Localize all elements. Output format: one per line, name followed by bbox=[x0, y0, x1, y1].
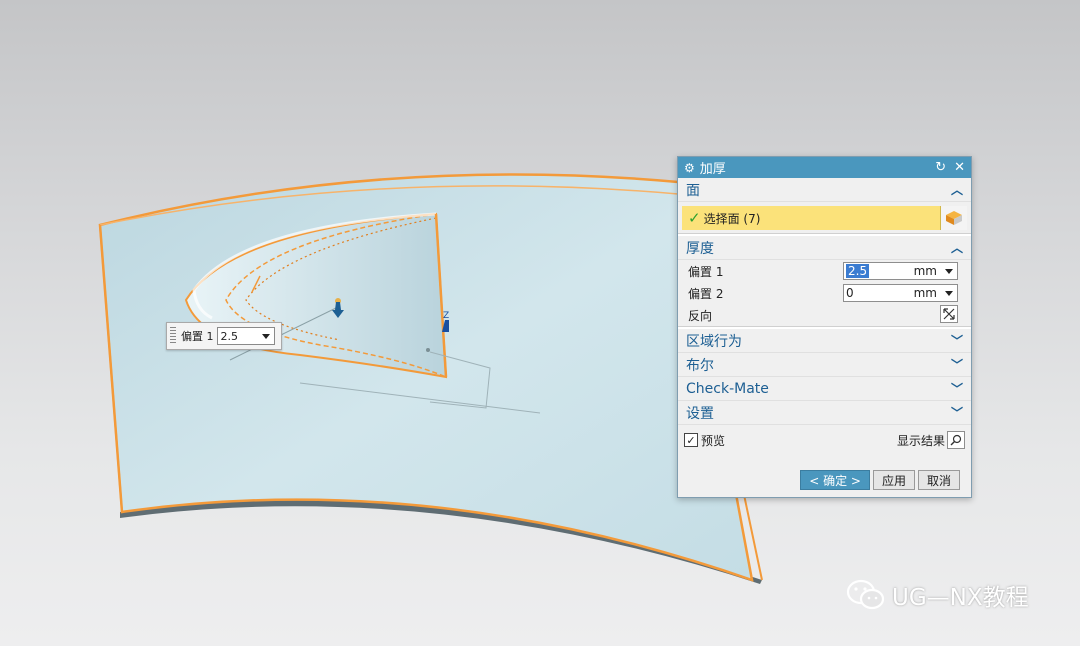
preview-checkbox[interactable]: ✓ bbox=[684, 433, 698, 447]
section-settings-header[interactable]: 设置 ﹀ bbox=[678, 401, 971, 425]
chevron-down-icon[interactable] bbox=[261, 334, 270, 339]
ok-button[interactable]: < 确定 > bbox=[800, 470, 870, 490]
chevron-down-icon[interactable]: ﹀ bbox=[951, 356, 963, 373]
chevron-down-icon[interactable]: ﹀ bbox=[951, 332, 963, 349]
offset1-value: 2.5 bbox=[846, 264, 870, 278]
drag-grip-icon[interactable] bbox=[170, 327, 176, 345]
offset1-row: 偏置 1 2.5 mm bbox=[678, 260, 971, 282]
chevron-up-icon[interactable]: ︿ bbox=[951, 181, 963, 198]
cancel-button[interactable]: 取消 bbox=[917, 470, 960, 490]
section-thickness-header[interactable]: 厚度 ︿ bbox=[678, 236, 971, 260]
floating-offset1-label: 偏置 1 bbox=[181, 330, 214, 343]
dialog-title: 加厚 bbox=[699, 162, 726, 177]
watermark-text: UG—NX教程 bbox=[892, 585, 1029, 611]
section-checkmate-header[interactable]: Check-Mate ﹀ bbox=[678, 377, 971, 401]
thicken-dialog: ⚙ 加厚 ↻ ✕ 面 ︿ ✓ 选择面 (7) 厚度 ︿ 偏置 1 2.5 mm bbox=[677, 156, 972, 498]
select-face-row[interactable]: ✓ 选择面 (7) bbox=[682, 206, 967, 230]
floating-offset1-field[interactable]: 2.5 bbox=[216, 327, 275, 345]
floating-offset1-value: 2.5 bbox=[220, 329, 239, 343]
section-region-label: 区域行为 bbox=[686, 333, 742, 350]
show-result-group: 显示结果 bbox=[897, 431, 965, 449]
offset1-input[interactable]: 2.5 mm bbox=[843, 262, 958, 280]
chevron-down-icon[interactable]: ﹀ bbox=[951, 404, 963, 421]
show-result-label: 显示结果 bbox=[896, 433, 945, 448]
origin-point bbox=[426, 348, 430, 352]
dialog-titlebar[interactable]: ⚙ 加厚 ↻ ✕ bbox=[678, 157, 971, 178]
section-settings-label: 设置 bbox=[686, 405, 714, 422]
floating-offset1-input[interactable]: 偏置 1 2.5 bbox=[166, 322, 282, 350]
offset2-row: 偏置 2 0 mm bbox=[678, 282, 971, 304]
cube-face-icon bbox=[946, 211, 962, 225]
preview-label: 预览 bbox=[701, 433, 726, 448]
offset1-unit: mm bbox=[913, 264, 937, 278]
check-icon: ✓ bbox=[688, 209, 701, 227]
chevron-down-icon[interactable]: ﹀ bbox=[951, 380, 963, 397]
section-checkmate-label: Check-Mate bbox=[686, 380, 769, 397]
preview-row: ✓ 预览 显示结果 bbox=[678, 428, 971, 452]
select-face-label: 选择面 (7) bbox=[703, 211, 761, 226]
wechat-icon bbox=[846, 579, 885, 610]
offset2-value: 0 bbox=[846, 286, 854, 300]
close-icon[interactable]: ✕ bbox=[954, 160, 965, 175]
magnifier-icon bbox=[950, 434, 962, 446]
face-selector-button[interactable] bbox=[940, 206, 967, 230]
section-face-header[interactable]: 面 ︿ bbox=[678, 178, 971, 202]
z-axis-label: Z bbox=[443, 311, 449, 321]
section-face-label: 面 bbox=[686, 182, 700, 199]
apply-button[interactable]: 应用 bbox=[872, 470, 915, 490]
section-region-header[interactable]: 区域行为 ﹀ bbox=[678, 329, 971, 353]
chevron-down-icon[interactable] bbox=[945, 268, 953, 274]
offset2-input[interactable]: 0 mm bbox=[843, 284, 958, 302]
dialog-button-row: < 确定 > 应用 取消 bbox=[800, 470, 960, 490]
section-boolean-header[interactable]: 布尔 ﹀ bbox=[678, 353, 971, 377]
chevron-down-icon[interactable] bbox=[945, 290, 953, 296]
reverse-label: 反向 bbox=[688, 308, 713, 323]
section-boolean-label: 布尔 bbox=[686, 357, 714, 374]
watermark: UG—NX教程 bbox=[846, 578, 1029, 612]
show-result-button[interactable] bbox=[947, 431, 965, 449]
offset1-label: 偏置 1 bbox=[688, 264, 724, 279]
gear-icon[interactable]: ⚙ bbox=[684, 161, 695, 175]
chevron-up-icon[interactable]: ︿ bbox=[951, 239, 963, 256]
offset2-label: 偏置 2 bbox=[688, 286, 724, 301]
reset-icon[interactable]: ↻ bbox=[935, 160, 946, 175]
reverse-row: 反向 bbox=[678, 304, 971, 326]
offset2-unit: mm bbox=[913, 286, 937, 300]
section-thickness-label: 厚度 bbox=[686, 240, 714, 257]
flip-direction-icon bbox=[943, 308, 955, 320]
reverse-direction-button[interactable] bbox=[940, 305, 958, 323]
